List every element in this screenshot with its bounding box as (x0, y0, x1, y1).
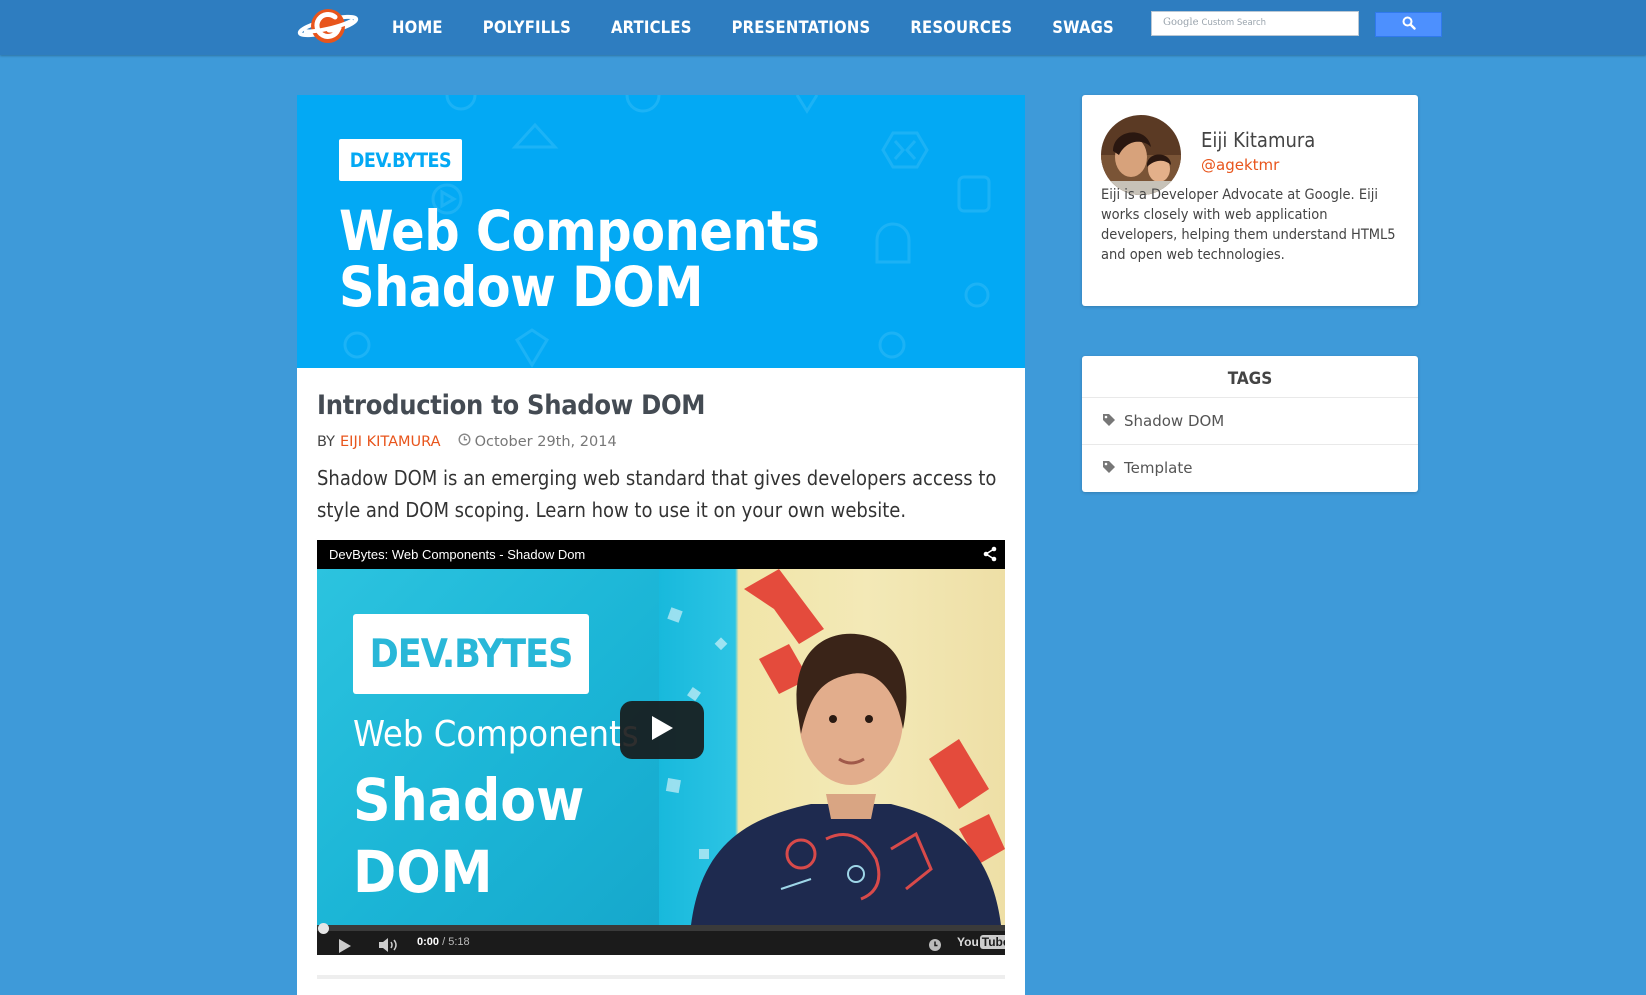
hero-title: Web Components Shadow DOM (339, 199, 820, 319)
watch-later-icon[interactable] (928, 937, 942, 955)
post-title[interactable]: Introduction to Shadow DOM (317, 390, 705, 421)
author-twitter-handle[interactable]: @agektmr (1201, 156, 1279, 174)
youtube-logo-you: You (957, 935, 979, 949)
tag-shadow-dom[interactable]: Shadow DOM (1082, 397, 1418, 444)
post-date: October 29th, 2014 (458, 433, 617, 450)
tag-label: Template (1124, 459, 1193, 477)
play-button[interactable] (620, 701, 704, 759)
tag-label: Shadow DOM (1124, 412, 1225, 430)
video-thumbnail: DEV.BYTES Web Components Shadow DOM DevB… (317, 540, 1005, 925)
byline-label: BY (317, 433, 336, 450)
video-time: 0:00 / 5:18 (417, 936, 470, 948)
youtube-logo[interactable]: YouTube (957, 935, 1005, 949)
post-summary: Shadow DOM is an emerging web standard t… (317, 466, 997, 522)
avatar[interactable] (1101, 115, 1181, 195)
thumbnail-devbytes-badge: DEV.BYTES (353, 614, 589, 694)
thumbnail-subtitle: Web Components (353, 714, 639, 755)
top-navigation-bar: HOME POLYFILLS ARTICLES PRESENTATIONS RE… (0, 0, 1646, 55)
control-play-icon[interactable] (338, 938, 352, 955)
tags-list: Shadow DOM Template (1082, 397, 1418, 491)
presenter-image (691, 633, 1001, 925)
tags-heading: TAGS (1227, 369, 1273, 389)
search-input[interactable] (1152, 12, 1358, 35)
article-card: DEV.BYTES Web Components Shadow DOM Intr… (297, 95, 1025, 995)
post-meta: BY EIJI KITAMURA October 29th, 2014 (317, 433, 617, 450)
author-link[interactable]: EIJI KITAMURA (340, 434, 441, 450)
youtube-logo-tube: Tube (979, 935, 1005, 949)
nav-polyfills[interactable]: POLYFILLS (463, 18, 591, 37)
author-bio: Eiji is a Developer Advocate at Google. … (1101, 187, 1396, 263)
search-button[interactable] (1375, 12, 1442, 37)
hero-title-line-1: Web Components (339, 199, 820, 263)
nav-articles[interactable]: ARTICLES (591, 18, 712, 37)
post-date-text: October 29th, 2014 (474, 433, 617, 450)
tag-template[interactable]: Template (1082, 444, 1418, 491)
search-field[interactable]: Google Custom Search (1151, 11, 1359, 36)
hero-title-line-2: Shadow DOM (339, 255, 704, 319)
progress-scrubber-handle[interactable] (318, 923, 329, 934)
site-logo[interactable] (296, 3, 360, 49)
video-progress-bar[interactable] (317, 925, 1005, 931)
nav-resources[interactable]: RESOURCES (890, 18, 1032, 37)
tags-card: TAGS Shadow DOM Template (1082, 356, 1418, 492)
play-icon (650, 715, 674, 745)
hero-banner: DEV.BYTES Web Components Shadow DOM (297, 95, 1025, 368)
tag-icon (1102, 412, 1116, 431)
thumbnail-left-panel: DEV.BYTES Web Components Shadow DOM (317, 569, 659, 925)
author-name: Eiji Kitamura (1201, 128, 1316, 152)
video-top-bar: DevBytes: Web Components - Shadow Dom (317, 540, 1005, 569)
thumbnail-title-line-1: Shadow (353, 766, 585, 834)
video-title[interactable]: DevBytes: Web Components - Shadow Dom (329, 547, 585, 562)
nav-swags[interactable]: SWAGS (1032, 18, 1134, 37)
youtube-video-player[interactable]: DEV.BYTES Web Components Shadow DOM DevB… (317, 540, 1005, 955)
clock-icon (458, 433, 471, 450)
devbytes-badge: DEV.BYTES (339, 139, 462, 181)
thumbnail-title-line-2: DOM (353, 838, 493, 906)
main-nav: HOME POLYFILLS ARTICLES PRESENTATIONS RE… (372, 0, 1134, 55)
nav-presentations[interactable]: PRESENTATIONS (712, 18, 891, 37)
thumbnail-title: Shadow DOM (353, 764, 584, 908)
divider (317, 975, 1005, 979)
share-icon[interactable] (982, 546, 998, 566)
time-separator: / (439, 936, 449, 948)
nav-home[interactable]: HOME (372, 18, 463, 37)
time-total: 5:18 (448, 936, 470, 948)
tag-icon (1102, 459, 1116, 478)
search-icon (1402, 15, 1416, 34)
volume-icon[interactable] (378, 937, 400, 955)
time-current: 0:00 (417, 936, 440, 948)
author-card: Eiji Kitamura @agektmr Eiji is a Develop… (1082, 95, 1418, 306)
